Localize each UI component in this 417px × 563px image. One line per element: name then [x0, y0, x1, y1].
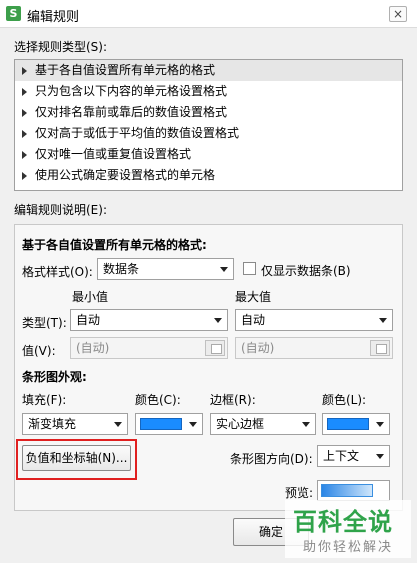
rule-type-label: 选择规则类型(S):: [14, 40, 108, 54]
min-value-field[interactable]: (自动): [70, 337, 228, 359]
chevron-down-icon: [376, 454, 384, 459]
fill-color-swatch: [140, 418, 182, 430]
rule-type-item[interactable]: 只为包含以下内容的单元格设置格式: [15, 81, 402, 102]
rule-type-item-label: 仅对排名靠前或靠后的数值设置格式: [35, 105, 228, 119]
border-type-value: 实心边框: [216, 417, 265, 431]
highlight-box: [16, 439, 137, 480]
value-label: 值(V):: [22, 344, 56, 358]
min-type-value: 自动: [76, 313, 101, 327]
preview-data-bar: [321, 484, 373, 497]
range-picker-icon[interactable]: [370, 340, 390, 356]
chevron-down-icon: [189, 422, 197, 427]
format-style-value: 数据条: [103, 262, 140, 276]
fill-color-picker[interactable]: [135, 413, 203, 435]
close-button[interactable]: ×: [389, 6, 407, 22]
rule-type-item-label: 使用公式确定要设置格式的单元格: [35, 168, 216, 182]
max-type-value: 自动: [241, 313, 266, 327]
rule-description-label: 编辑规则说明(E):: [14, 203, 107, 217]
preview-box: [317, 480, 390, 501]
expand-arrow-icon: [22, 130, 27, 138]
bar-direction-label: 条形图方向(D):: [230, 452, 313, 466]
rule-type-item[interactable]: 基于各自值设置所有单元格的格式: [15, 60, 402, 81]
border-color-picker[interactable]: [322, 413, 390, 435]
expand-arrow-icon: [22, 109, 27, 117]
expand-arrow-icon: [22, 172, 27, 180]
watermark: 百科全说 助你轻松解决: [285, 500, 411, 558]
max-value-field[interactable]: (自动): [235, 337, 393, 359]
range-picker-icon[interactable]: [205, 340, 225, 356]
min-value-text: (自动): [76, 341, 110, 355]
bar-appearance-heading: 条形图外观:: [22, 370, 87, 384]
app-logo-icon: S: [6, 6, 21, 21]
min-type-dropdown[interactable]: 自动: [70, 309, 228, 331]
max-value-text: (自动): [241, 341, 275, 355]
format-style-dropdown[interactable]: 数据条: [97, 258, 234, 280]
chevron-down-icon: [214, 318, 222, 323]
rule-type-item[interactable]: 使用公式确定要设置格式的单元格: [15, 165, 402, 186]
watermark-subtitle: 助你轻松解决: [303, 540, 394, 555]
show-bar-only-checkbox[interactable]: [243, 262, 256, 275]
rule-type-item[interactable]: 仅对排名靠前或靠后的数值设置格式: [15, 102, 402, 123]
border-label: 边框(R):: [210, 393, 256, 407]
format-style-label: 格式样式(O):: [22, 265, 93, 279]
rule-type-item-label: 只为包含以下内容的单元格设置格式: [35, 84, 228, 98]
chevron-down-icon: [376, 422, 384, 427]
expand-arrow-icon: [22, 67, 27, 75]
window-title: 编辑规则: [27, 10, 80, 25]
title-bar: S 编辑规则 ×: [0, 0, 417, 28]
bar-direction-value: 上下文: [323, 449, 360, 463]
bar-direction-dropdown[interactable]: 上下文: [317, 445, 390, 467]
rule-type-item-label: 仅对高于或低于平均值的数值设置格式: [35, 126, 240, 140]
rule-type-item-label: 基于各自值设置所有单元格的格式: [35, 63, 216, 77]
fill-color-label: 颜色(C):: [135, 393, 181, 407]
max-value-heading: 最大值: [235, 290, 272, 304]
chevron-down-icon: [114, 422, 122, 427]
rule-type-list[interactable]: 基于各自值设置所有单元格的格式 只为包含以下内容的单元格设置格式 仅对排名靠前或…: [14, 59, 403, 191]
fill-type-value: 渐变填充: [28, 417, 77, 431]
description-heading: 基于各自值设置所有单元格的格式:: [22, 238, 207, 252]
expand-arrow-icon: [22, 151, 27, 159]
border-color-swatch: [327, 418, 369, 430]
rule-type-item[interactable]: 仅对高于或低于平均值的数值设置格式: [15, 123, 402, 144]
show-bar-only-label: 仅显示数据条(B): [261, 264, 351, 278]
max-type-dropdown[interactable]: 自动: [235, 309, 393, 331]
fill-type-dropdown[interactable]: 渐变填充: [22, 413, 128, 435]
preview-label: 预览:: [285, 486, 314, 500]
border-color-label: 颜色(L):: [322, 393, 367, 407]
type-label: 类型(T):: [22, 316, 67, 330]
chevron-down-icon: [302, 422, 310, 427]
chevron-down-icon: [220, 267, 228, 272]
rule-type-item[interactable]: 仅对唯一值或重复值设置格式: [15, 144, 402, 165]
rule-type-item-label: 仅对唯一值或重复值设置格式: [35, 147, 192, 161]
min-value-heading: 最小值: [72, 290, 109, 304]
border-type-dropdown[interactable]: 实心边框: [210, 413, 316, 435]
watermark-title: 百科全说: [293, 508, 393, 536]
chevron-down-icon: [379, 318, 387, 323]
fill-label: 填充(F):: [22, 393, 67, 407]
expand-arrow-icon: [22, 88, 27, 96]
